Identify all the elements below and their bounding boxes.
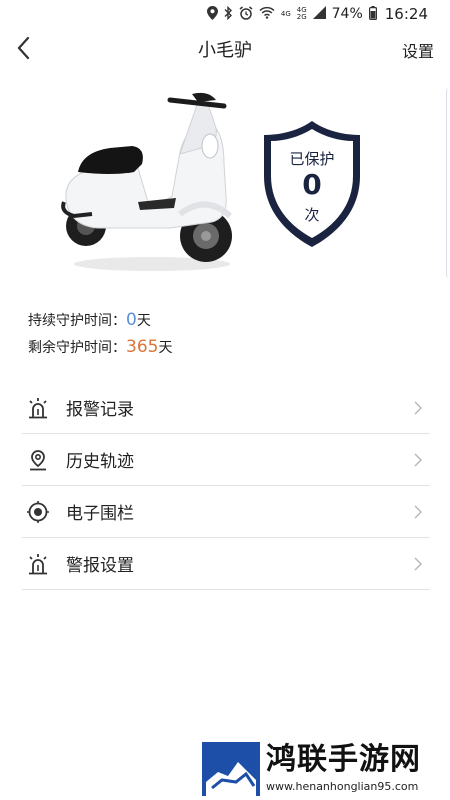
remaining-guard-label: 剩余守护时间： xyxy=(28,340,126,356)
network-4g-2g-indicator: 4G 2G xyxy=(296,6,307,21)
protection-unit: 次 xyxy=(304,206,320,224)
edge-handle xyxy=(446,88,450,278)
status-bar: 4G 4G 2G 74% 16:24 xyxy=(0,0,450,28)
chevron-right-icon xyxy=(414,505,422,519)
battery-percent: 74% xyxy=(331,6,363,22)
top-nav-bar: 小毛驴 设置 xyxy=(0,30,450,68)
menu-label: 历史轨迹 xyxy=(66,452,134,472)
bull-logo-icon xyxy=(202,742,260,796)
menu-item-history-track[interactable]: 历史轨迹 xyxy=(22,434,430,486)
watermark-title: 鸿联手游网 xyxy=(266,742,421,777)
protection-label: 已保护 xyxy=(289,150,335,168)
bluetooth-icon xyxy=(224,5,233,23)
scooter-image xyxy=(61,92,233,271)
remaining-guard-value: 365 xyxy=(126,337,159,357)
network-4g-indicator: 4G xyxy=(280,9,291,18)
menu-label: 电子围栏 xyxy=(66,504,134,524)
guard-stats: 持续守护时间： 0 天 剩余守护时间： 365 天 xyxy=(28,310,172,364)
continuous-guard-unit: 天 xyxy=(136,313,151,329)
remaining-guard-time: 剩余守护时间： 365 天 xyxy=(28,337,172,364)
target-icon xyxy=(26,500,50,524)
chevron-right-icon xyxy=(414,401,422,415)
site-watermark: 鸿联手游网 www.henanhonglian95.com xyxy=(202,742,442,796)
feature-menu: 报警记录 历史轨迹 电子围栏 警报设置 xyxy=(22,382,430,590)
alarm-light-icon xyxy=(26,396,50,420)
menu-item-alarm-records[interactable]: 报警记录 xyxy=(22,382,430,434)
location-pin-icon xyxy=(26,448,50,472)
chevron-right-icon xyxy=(414,453,422,467)
continuous-guard-value: 0 xyxy=(126,310,137,330)
menu-item-alarm-settings[interactable]: 警报设置 xyxy=(22,538,430,590)
wifi-icon xyxy=(259,6,275,22)
location-icon xyxy=(206,5,218,23)
alarm-light-icon xyxy=(26,552,50,576)
clock-time: 16:24 xyxy=(384,5,428,23)
signal-icon xyxy=(312,6,326,22)
menu-item-geofence[interactable]: 电子围栏 xyxy=(22,486,430,538)
watermark-url: www.henanhonglian95.com xyxy=(266,780,419,793)
settings-button[interactable]: 设置 xyxy=(402,38,434,62)
menu-label: 报警记录 xyxy=(66,400,134,420)
continuous-guard-time: 持续守护时间： 0 天 xyxy=(28,310,172,337)
alarm-clock-icon xyxy=(239,5,253,23)
battery-icon xyxy=(368,5,377,23)
remaining-guard-unit: 天 xyxy=(158,340,173,356)
chevron-right-icon xyxy=(414,557,422,571)
page-title: 小毛驴 xyxy=(198,40,252,61)
protection-count: 0 xyxy=(302,168,322,201)
protection-counter: 已保护 0 次 xyxy=(258,118,366,250)
continuous-guard-label: 持续守护时间： xyxy=(28,313,126,329)
menu-label: 警报设置 xyxy=(66,556,134,576)
